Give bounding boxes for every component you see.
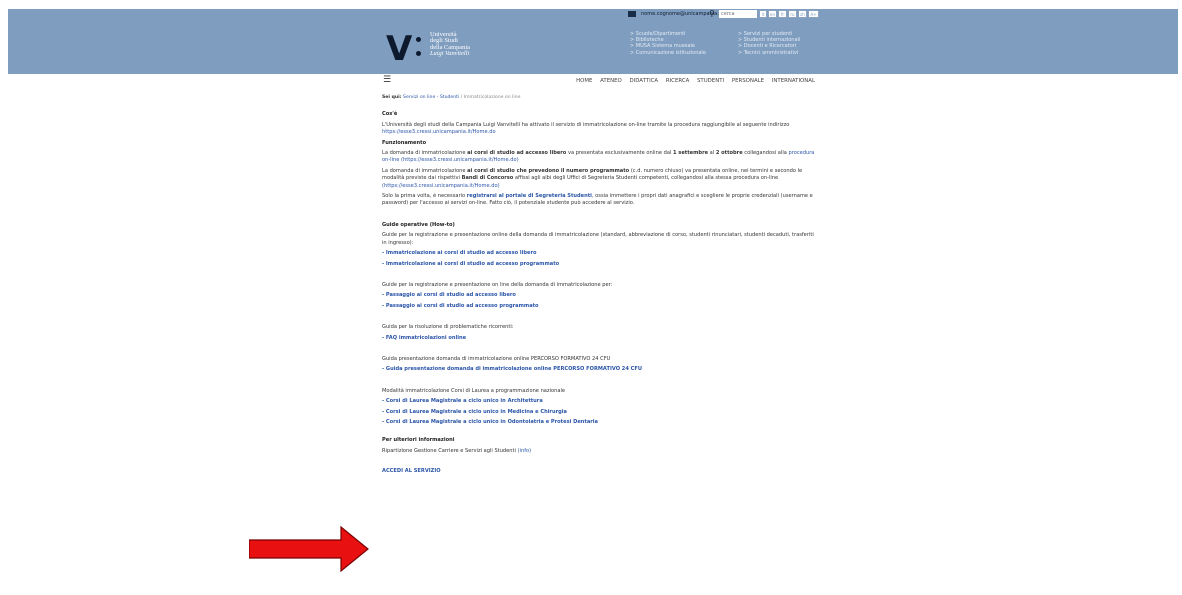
paragraph-bold: 2 ottobre xyxy=(715,150,743,157)
lang-fr-button[interactable]: fr xyxy=(778,10,787,18)
guide-link[interactable]: - Immatricolazione ai corsi di studio ad… xyxy=(382,250,818,257)
faq-link[interactable]: - FAQ immatricolazioni online xyxy=(382,335,818,342)
lang-it-button[interactable]: it xyxy=(759,10,767,18)
nav-ricerca[interactable]: RICERCA xyxy=(666,78,689,84)
header-link[interactable]: > Comunicazione istituzionale xyxy=(630,50,706,56)
paragraph-bold: 1 settembre xyxy=(672,150,709,157)
paragraph-text: L'Università degli studi della Campania … xyxy=(382,121,790,128)
lang-ru-button[interactable]: ru xyxy=(788,10,797,18)
breadcrumb-label: Sei qui: xyxy=(382,95,402,100)
section-title: Guide operative (How-to) xyxy=(382,221,455,228)
header-links-left: > Scuole/Dipartimenti > Biblioteche > MU… xyxy=(630,31,706,56)
paragraph-text: Ripartizione Gestione Carriere e Servizi… xyxy=(382,447,516,454)
nav-didattica[interactable]: DIDATTICA xyxy=(630,78,659,84)
site-header xyxy=(8,9,1178,74)
info-link[interactable]: (info) xyxy=(518,448,532,454)
section-title: Per ulteriori informazioni xyxy=(382,437,455,444)
guide-link[interactable]: - Immatricolazione ai corsi di studio ad… xyxy=(382,261,818,268)
paragraph: L'Università degli studi della Campania … xyxy=(382,122,818,137)
paragraph-text: va presentata esclusivamente online dal xyxy=(567,150,672,157)
header-link[interactable]: > Tecnici amministrativi xyxy=(738,50,800,56)
guide-link[interactable]: - Passaggio ai corsi di studio ad access… xyxy=(382,303,818,310)
register-link[interactable]: registrarsi al portale di Segreteria Stu… xyxy=(467,193,592,199)
search-icon[interactable]: ⚲ xyxy=(709,9,715,18)
paragraph-text: Solo la prima volta, è necessario xyxy=(382,193,466,200)
paragraph: La domanda di immatricolazione ai corsi … xyxy=(382,168,818,190)
logo-text: Università degli Studi della Campania Lu… xyxy=(430,31,470,58)
paragraph-bold: Bandi di Concorso xyxy=(461,175,514,182)
paragraph: La domanda di immatricolazione ai corsi … xyxy=(382,150,818,165)
paragraph-text: collegandosi alla xyxy=(744,150,787,157)
guide-link[interactable]: - Passaggio ai corsi di studio ad access… xyxy=(382,292,818,299)
paragraph-text: La domanda di immatricolazione xyxy=(382,167,466,174)
breadcrumb-link[interactable]: Servizi on line - Studenti xyxy=(403,95,459,100)
header-link[interactable]: > MUSA Sistema museale xyxy=(630,43,706,49)
breadcrumb-current: Immatricolazione on line xyxy=(463,95,521,100)
paragraph: Ripartizione Gestione Carriere e Servizi… xyxy=(382,448,818,455)
mail-icon xyxy=(628,11,636,17)
nav-items: HOME ATENEO DIDATTICA RICERCA STUDENTI P… xyxy=(570,78,815,84)
paragraph-text: Guida per la risoluzione di problematich… xyxy=(382,324,514,331)
logo-mark: V xyxy=(386,29,413,69)
procedure-link[interactable]: (https://esse3.cressi.unicampania.it/Hom… xyxy=(382,183,500,189)
paragraph-text: Guide per la registrazione e presentazio… xyxy=(382,232,814,246)
paragraph-text: Guida presentazione domanda di immatrico… xyxy=(382,355,611,362)
nav-ateneo[interactable]: ATENEO xyxy=(600,78,622,84)
paragraph-text: Modalità immatricolazione Corsi di Laure… xyxy=(382,387,566,394)
paragraph-bold: ai corsi di studio che prevedono il nume… xyxy=(467,167,630,174)
search-input[interactable] xyxy=(719,10,757,18)
paragraph-bold: ai corsi di studio ad accesso libero xyxy=(467,150,567,157)
hamburger-icon[interactable]: ☰ xyxy=(383,75,391,85)
main-content: Sei qui: Servizi on line - Studenti / Im… xyxy=(382,94,818,476)
paragraph: Solo la prima volta, è necessario regist… xyxy=(382,193,818,208)
esse3-link[interactable]: https://esse3.cressi.unicampania.it/Home… xyxy=(382,129,496,135)
section-title: Cos'è xyxy=(382,111,398,118)
section-title: Funzionamento xyxy=(382,139,427,146)
guide-link[interactable]: - Guida presentazione domanda di immatri… xyxy=(382,366,818,373)
nav-studenti[interactable]: STUDENTI xyxy=(697,78,724,84)
course-link[interactable]: - Corsi di Laurea Magistrale a ciclo uni… xyxy=(382,398,818,405)
logo-dot-icon xyxy=(416,37,421,42)
right-arrow-icon xyxy=(249,525,369,573)
lang-zh-button[interactable]: zh xyxy=(798,10,807,18)
course-link[interactable]: - Corsi di Laurea Magistrale a ciclo uni… xyxy=(382,419,818,426)
right-arrow-shape xyxy=(249,525,369,573)
paragraph-text: La domanda di immatricolazione xyxy=(382,150,466,157)
paragraph-text: affissi agli albi degli Uffici di Segret… xyxy=(514,175,779,182)
logo-dot-icon xyxy=(416,51,421,56)
nav-international[interactable]: INTERNATIONAL xyxy=(772,78,815,84)
nav-personale[interactable]: PERSONALE xyxy=(732,78,764,84)
header-link[interactable]: > Docenti e Ricercatori xyxy=(738,43,800,49)
header-links-right: > Servizi per studenti > Studenti intern… xyxy=(738,31,800,56)
font-size-button[interactable]: A+ xyxy=(808,10,819,18)
breadcrumb: Sei qui: Servizi on line - Studenti / Im… xyxy=(382,95,521,100)
access-service-link[interactable]: ACCEDI AL SERVIZIO xyxy=(382,468,818,475)
course-link[interactable]: - Corsi di Laurea Magistrale a ciclo uni… xyxy=(382,409,818,416)
lang-en-button[interactable]: en xyxy=(768,10,777,18)
paragraph-text: Guide per la registrazione e presentazio… xyxy=(382,281,613,288)
nav-home[interactable]: HOME xyxy=(576,78,592,84)
paragraph-text: al xyxy=(709,150,715,157)
logo-line: Luigi Vanvitelli xyxy=(430,50,470,58)
main-nav: ☰ HOME ATENEO DIDATTICA RICERCA STUDENTI… xyxy=(374,75,819,87)
